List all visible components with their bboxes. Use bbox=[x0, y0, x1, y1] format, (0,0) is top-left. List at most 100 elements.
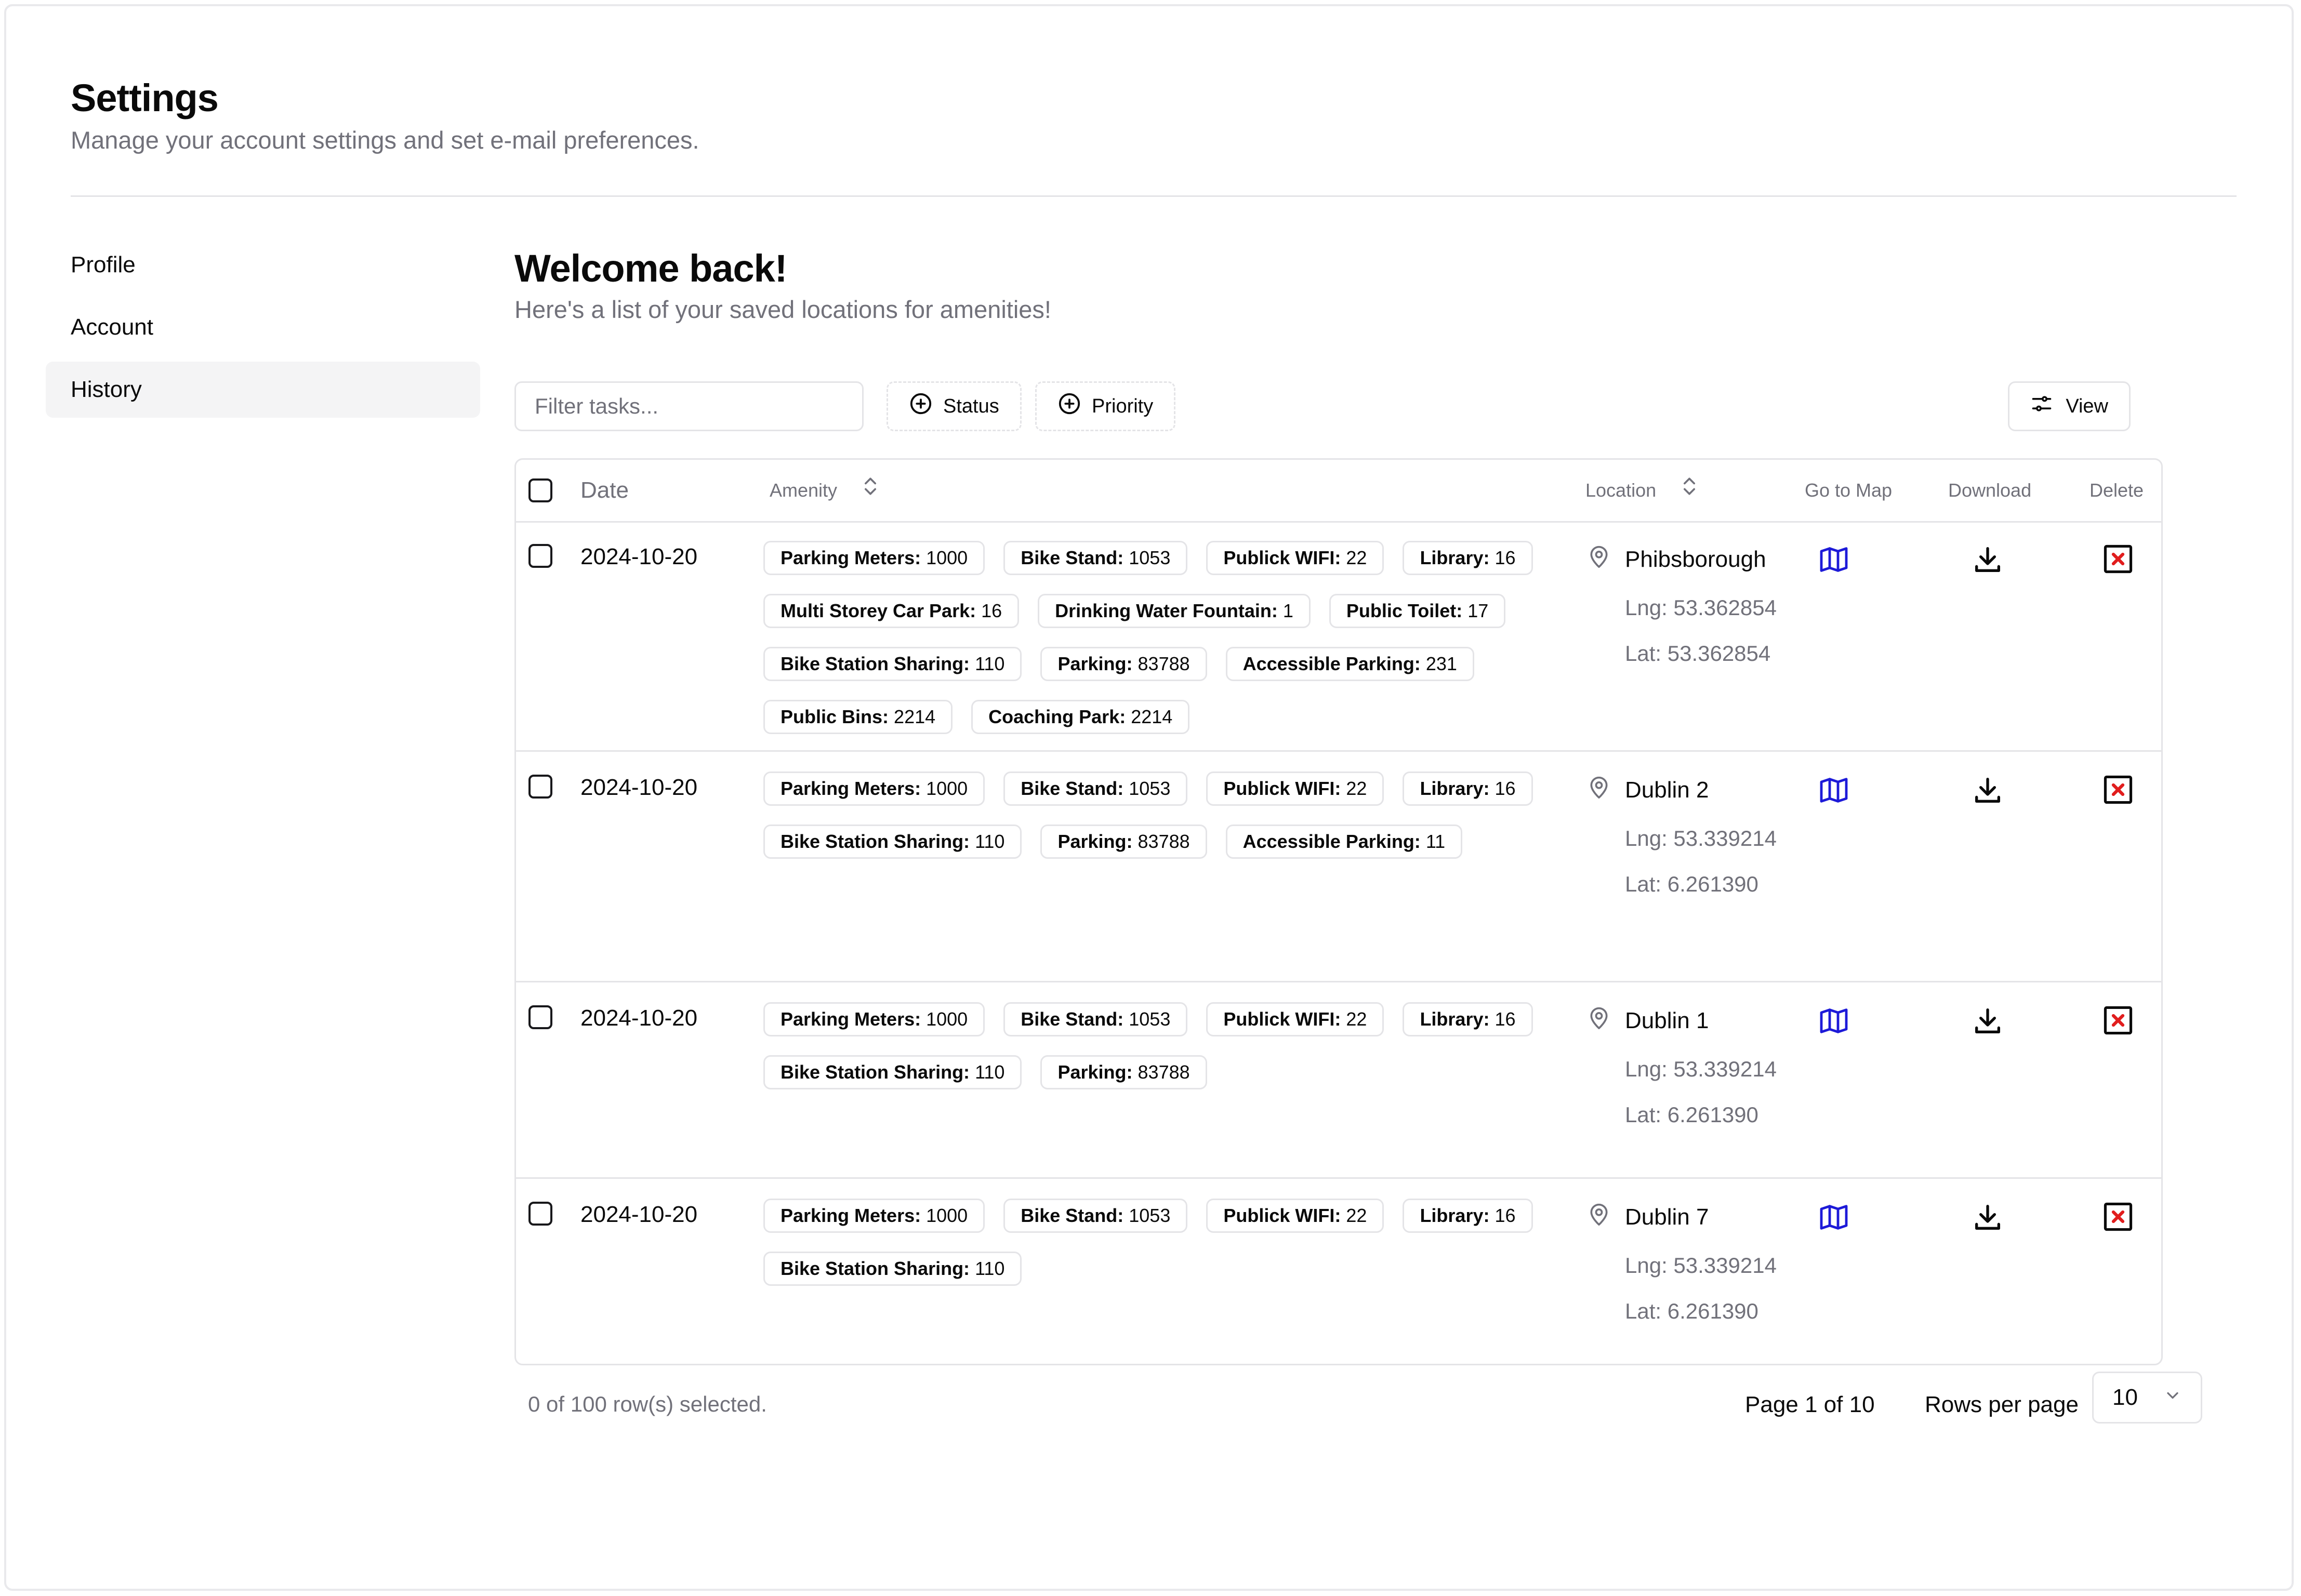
sidebar-item-profile[interactable]: Profile bbox=[46, 237, 480, 293]
location-name: Dublin 7 bbox=[1625, 1204, 1709, 1230]
amenity-name: Parking Meters: bbox=[781, 547, 921, 568]
amenity-name: Library: bbox=[1420, 547, 1490, 568]
amenity-name: Bike Stand: bbox=[1021, 1205, 1124, 1226]
header-location[interactable]: Location bbox=[1585, 460, 1700, 521]
amenity-badge: Bike Station Sharing: 110 bbox=[763, 824, 1022, 859]
amenity-count: 110 bbox=[975, 831, 1005, 852]
amenity-name: Publick WIFI: bbox=[1223, 1008, 1341, 1030]
rows-per-page-value: 10 bbox=[2112, 1385, 2138, 1410]
chevron-up-down-icon bbox=[860, 461, 881, 522]
amenity-name: Bike Stand: bbox=[1021, 1008, 1124, 1030]
page-header: Settings Manage your account settings an… bbox=[71, 75, 699, 156]
amenity-list: Parking Meters: 1000 Bike Stand: 1053 Publ… bbox=[763, 1002, 1579, 1108]
amenity-name: Library: bbox=[1420, 778, 1490, 799]
amenity-name: Library: bbox=[1420, 1205, 1490, 1226]
amenity-count: 22 bbox=[1346, 1205, 1367, 1226]
map-icon[interactable] bbox=[1817, 1004, 1850, 1040]
amenity-badge: Parking: 83788 bbox=[1040, 824, 1207, 859]
amenity-name: Bike Station Sharing: bbox=[781, 1258, 970, 1279]
close-box-icon[interactable] bbox=[2102, 543, 2134, 578]
map-icon[interactable] bbox=[1817, 774, 1850, 809]
amenity-badge: Bike Stand: 1053 bbox=[1003, 772, 1188, 806]
map-icon[interactable] bbox=[1817, 543, 1850, 579]
map-pin-icon bbox=[1588, 1202, 1625, 1232]
selection-count: 0 of 100 row(s) selected. bbox=[528, 1392, 767, 1416]
amenity-count: 110 bbox=[975, 1258, 1005, 1279]
locations-table: Date Amenity Location Go to Map Download… bbox=[514, 458, 2163, 1365]
location-cell: Dublin 1 Lng: 53.339214 Lat: 6.261390 bbox=[1588, 1005, 1777, 1127]
amenity-name: Bike Station Sharing: bbox=[781, 1061, 970, 1083]
amenity-badge: Parking Meters: 1000 bbox=[763, 1002, 985, 1036]
main-content: Welcome back! Here's a list of your save… bbox=[514, 245, 2229, 1424]
map-pin-icon bbox=[1588, 775, 1625, 805]
download-icon[interactable] bbox=[1971, 1201, 2004, 1236]
location-lng: Lng: 53.339214 bbox=[1625, 1253, 1777, 1278]
amenity-count: 83788 bbox=[1138, 831, 1190, 852]
table-row: 2024-10-20 Parking Meters: 1000 Bike Stand… bbox=[516, 1179, 2161, 1364]
row-checkbox[interactable] bbox=[528, 775, 552, 799]
table-row: 2024-10-20 Parking Meters: 1000 Bike Stand… bbox=[516, 521, 2161, 752]
select-all-checkbox[interactable] bbox=[528, 478, 552, 502]
close-box-icon[interactable] bbox=[2102, 1004, 2134, 1039]
row-date: 2024-10-20 bbox=[580, 1005, 698, 1031]
amenity-name: Accessible Parking: bbox=[1242, 653, 1421, 674]
chevron-up-down-icon bbox=[1679, 461, 1700, 522]
amenity-count: 16 bbox=[981, 600, 1002, 621]
rows-per-page-select[interactable]: 10 bbox=[2092, 1372, 2202, 1424]
amenity-badge: Bike Stand: 1053 bbox=[1003, 1002, 1188, 1036]
page-title: Settings bbox=[71, 76, 219, 119]
amenity-badge: Public Toilet: 17 bbox=[1329, 594, 1506, 628]
amenity-badge: Public Bins: 2214 bbox=[763, 700, 953, 734]
amenity-count: 22 bbox=[1346, 547, 1367, 568]
amenity-count: 1053 bbox=[1129, 778, 1171, 799]
amenity-count: 83788 bbox=[1138, 1061, 1190, 1083]
amenity-name: Bike Stand: bbox=[1021, 778, 1124, 799]
row-checkbox[interactable] bbox=[528, 1202, 552, 1226]
filter-input[interactable] bbox=[514, 381, 864, 431]
amenity-count: 1053 bbox=[1129, 1205, 1171, 1226]
location-lat: Lat: 53.362854 bbox=[1625, 641, 1771, 666]
amenity-name: Publick WIFI: bbox=[1223, 778, 1341, 799]
amenity-badge: Bike Station Sharing: 110 bbox=[763, 1055, 1022, 1089]
amenity-badge: Multi Storey Car Park: 16 bbox=[763, 594, 1020, 628]
priority-filter-button[interactable]: Priority bbox=[1035, 381, 1176, 431]
amenity-name: Library: bbox=[1420, 1008, 1490, 1030]
amenity-name: Coaching Park: bbox=[988, 706, 1126, 727]
amenity-name: Public Bins: bbox=[781, 706, 889, 727]
row-checkbox[interactable] bbox=[528, 1005, 552, 1029]
sidebar-item-account[interactable]: Account bbox=[46, 299, 480, 355]
header-amenity[interactable]: Amenity bbox=[770, 460, 881, 521]
close-box-icon[interactable] bbox=[2102, 774, 2134, 808]
amenity-badge: Library: 16 bbox=[1403, 1199, 1533, 1233]
amenity-count: 1000 bbox=[926, 778, 968, 799]
view-options-label: View bbox=[2066, 395, 2108, 417]
priority-filter-label: Priority bbox=[1092, 395, 1154, 417]
status-filter-label: Status bbox=[943, 395, 999, 417]
amenity-name: Parking Meters: bbox=[781, 778, 921, 799]
amenity-name: Parking Meters: bbox=[781, 1008, 921, 1030]
location-lat: Lat: 6.261390 bbox=[1625, 1102, 1758, 1127]
location-cell: Dublin 2 Lng: 53.339214 Lat: 6.261390 bbox=[1588, 775, 1777, 897]
status-filter-button[interactable]: Status bbox=[887, 381, 1022, 431]
header-amenity-label: Amenity bbox=[770, 480, 838, 501]
location-cell: Phibsborough Lng: 53.362854 Lat: 53.362854 bbox=[1588, 544, 1777, 666]
close-box-icon[interactable] bbox=[2102, 1201, 2134, 1235]
welcome-title: Welcome back! bbox=[514, 247, 787, 290]
download-icon[interactable] bbox=[1971, 774, 2004, 809]
sidebar-item-history[interactable]: History bbox=[46, 362, 480, 418]
amenity-name: Public Toilet: bbox=[1346, 600, 1463, 621]
view-options-button[interactable]: View bbox=[2008, 381, 2131, 431]
download-icon[interactable] bbox=[1971, 543, 2004, 579]
amenity-badge: Bike Station Sharing: 110 bbox=[763, 647, 1022, 681]
map-icon[interactable] bbox=[1817, 1201, 1850, 1236]
amenity-count: 16 bbox=[1495, 1008, 1516, 1030]
amenity-badge: Accessible Parking: 11 bbox=[1225, 824, 1463, 859]
chevron-down-icon bbox=[2163, 1385, 2182, 1411]
amenity-badge: Publick WIFI: 22 bbox=[1206, 1002, 1384, 1036]
row-checkbox[interactable] bbox=[528, 544, 552, 568]
download-icon[interactable] bbox=[1971, 1004, 2004, 1040]
page-info: Page 1 of 10 bbox=[1745, 1392, 1875, 1417]
welcome-subtitle: Here's a list of your saved locations fo… bbox=[514, 296, 1051, 323]
amenity-badge: Bike Stand: 1053 bbox=[1003, 1199, 1188, 1233]
amenity-name: Bike Station Sharing: bbox=[781, 653, 970, 674]
